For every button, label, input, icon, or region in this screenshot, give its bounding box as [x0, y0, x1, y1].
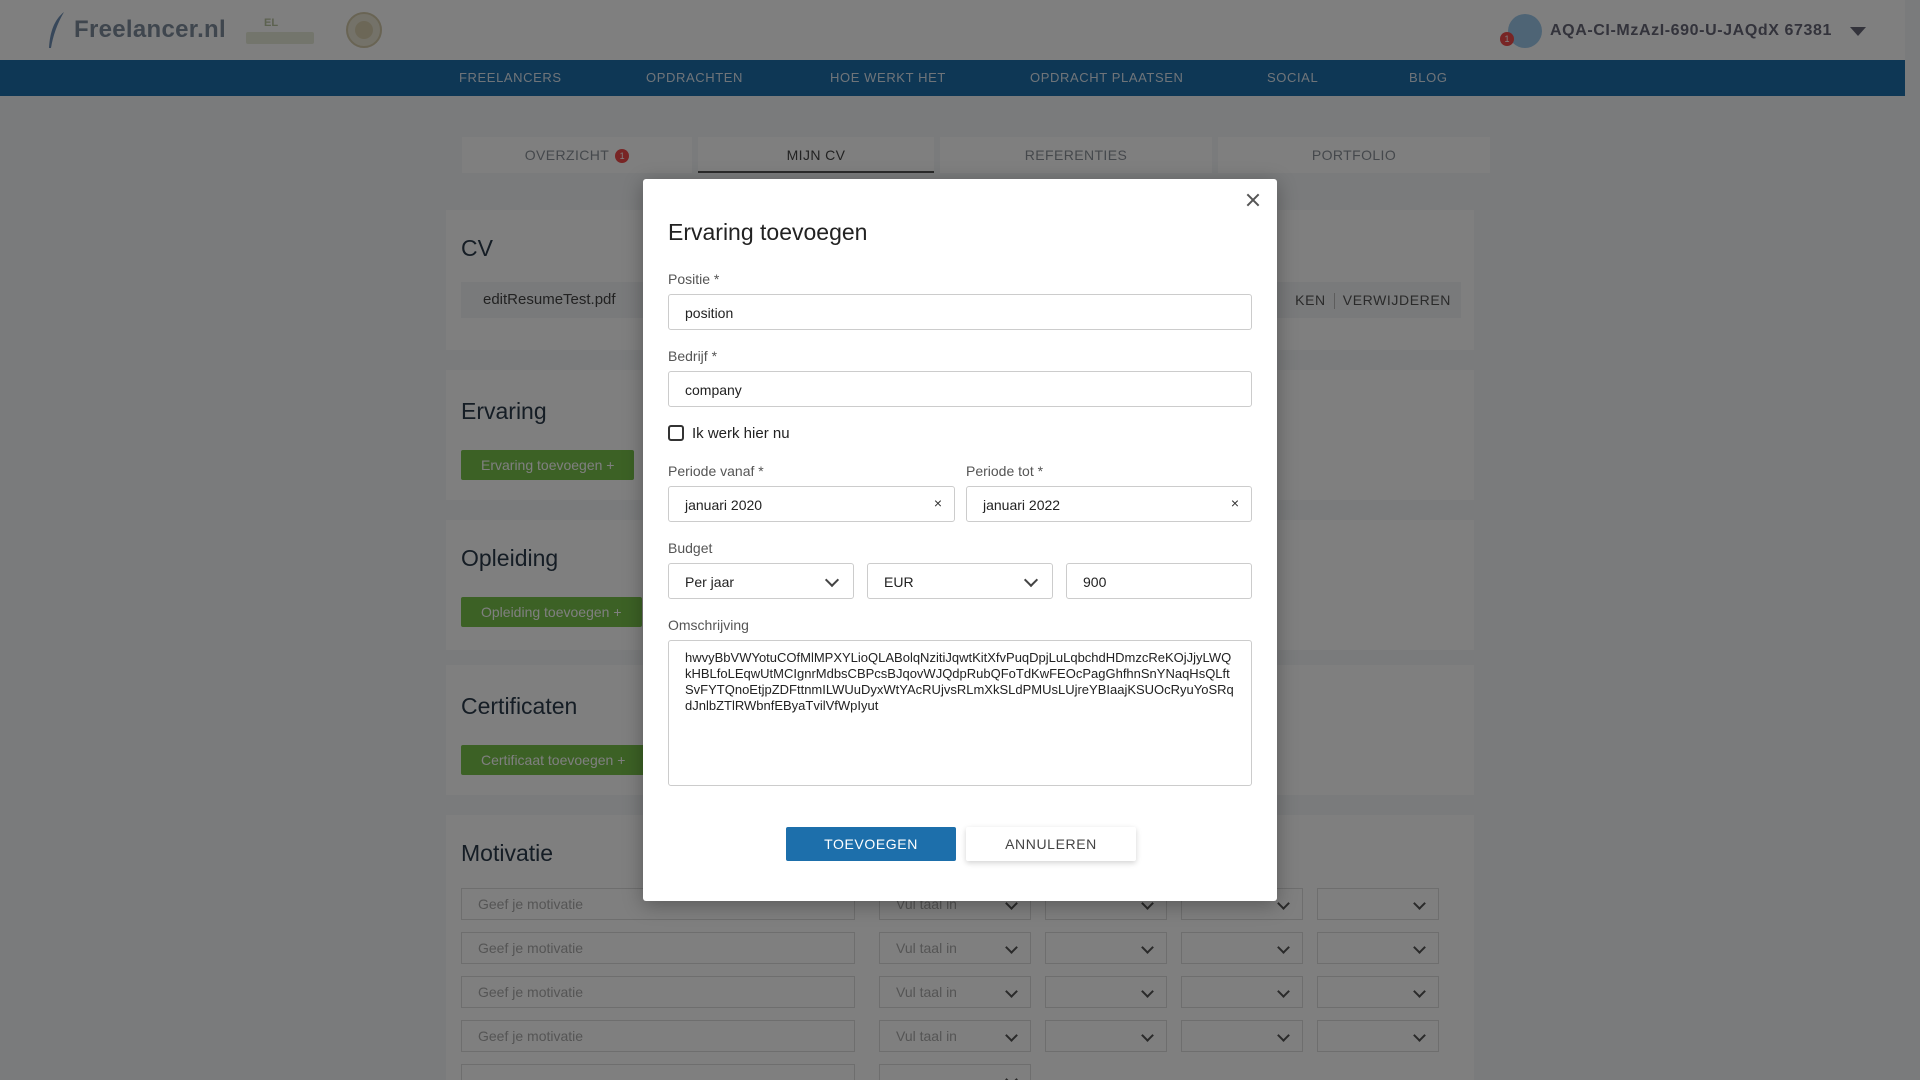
budget-label: Budget — [668, 540, 713, 556]
currently-working-checkbox[interactable] — [668, 425, 684, 441]
period-to-value: januari 2022 — [983, 497, 1061, 513]
cancel-button[interactable]: ANNULEREN — [966, 827, 1136, 861]
modal-title: Ervaring toevoegen — [668, 219, 868, 245]
budget-amount-input[interactable]: 900 — [1066, 563, 1252, 599]
currently-working-label[interactable]: Ik werk hier nu — [692, 425, 790, 442]
position-input[interactable]: position — [668, 294, 1252, 330]
currently-working-row: Ik werk hier nu — [668, 424, 790, 442]
period-from-value: januari 2020 — [685, 497, 763, 513]
close-icon[interactable] — [1243, 190, 1263, 210]
period-to-input[interactable]: januari 2022 × — [966, 486, 1252, 522]
period-from-label: Periode vanaf * — [668, 463, 764, 479]
company-label: Bedrijf * — [668, 348, 718, 364]
period-to-label: Periode tot * — [966, 463, 1044, 479]
budget-currency-select[interactable]: EUR — [867, 563, 1053, 599]
clear-icon[interactable]: × — [1231, 495, 1239, 511]
position-label: Positie * — [668, 271, 720, 287]
description-label: Omschrijving — [668, 617, 749, 633]
clear-icon[interactable]: × — [934, 495, 942, 511]
company-input[interactable]: company — [668, 371, 1252, 407]
add-button[interactable]: TOEVOEGEN — [786, 827, 956, 861]
budget-period-select[interactable]: Per jaar — [668, 563, 854, 599]
add-experience-modal: Ervaring toevoegen Positie * position Be… — [643, 179, 1277, 901]
description-textarea[interactable]: hwvyBbVWYotuCOfMlMPXYLioQLABolqNzitiJqwt… — [668, 640, 1252, 786]
period-from-input[interactable]: januari 2020 × — [668, 486, 955, 522]
